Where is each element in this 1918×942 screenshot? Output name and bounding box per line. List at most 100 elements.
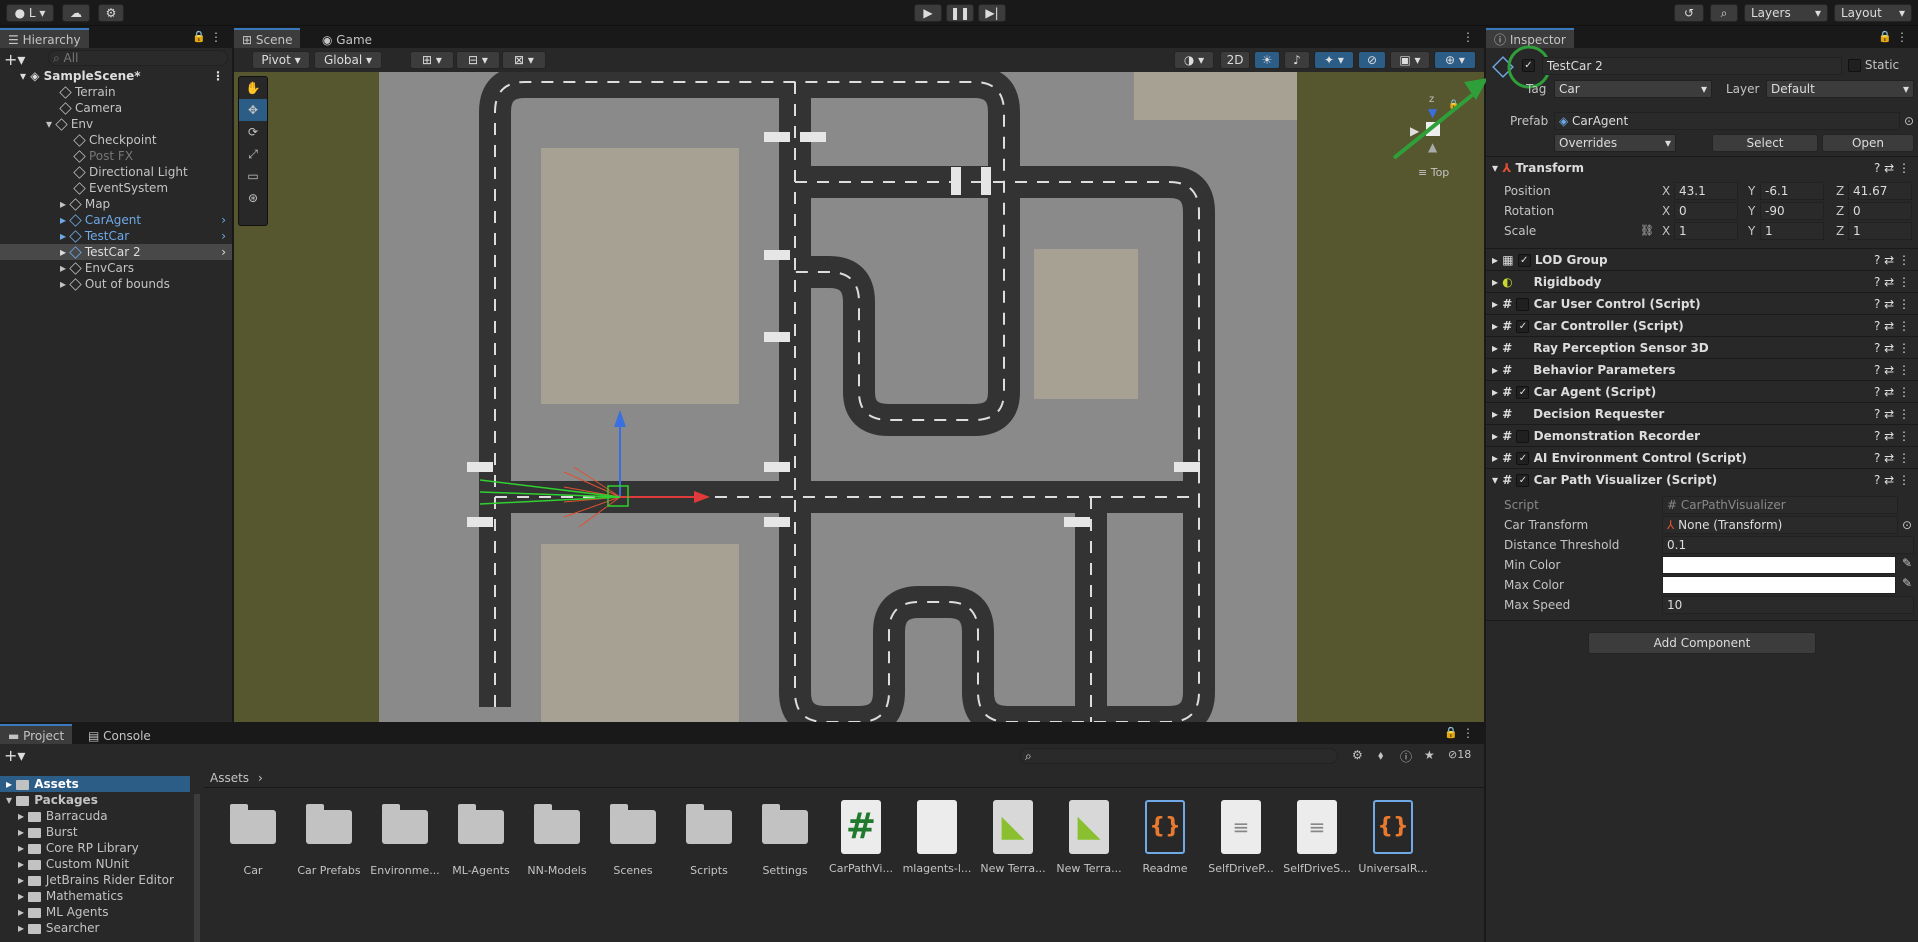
- tree-item-mathematics[interactable]: ▸ Mathematics: [0, 888, 190, 904]
- asset-folder-car-prefabs[interactable]: Car Prefabs: [294, 800, 364, 877]
- rotation-y-field[interactable]: -90: [1760, 202, 1824, 220]
- history-icon[interactable]: ↺: [1674, 4, 1704, 22]
- menu-icon[interactable]: ⋮: [210, 30, 222, 44]
- target-icon[interactable]: ⊙: [1904, 114, 1914, 128]
- distance-threshold-field[interactable]: 0.1: [1662, 536, 1914, 554]
- rect-tool-icon[interactable]: ▭: [239, 165, 267, 187]
- scale-tool-icon[interactable]: ⤢: [239, 143, 267, 165]
- tree-item-searcher[interactable]: ▸ Searcher: [0, 920, 190, 936]
- rotation-x-field[interactable]: 0: [1674, 202, 1738, 220]
- hierarchy-item-terrain[interactable]: Terrain: [0, 84, 232, 100]
- hidden-count[interactable]: ⊘18: [1448, 748, 1471, 761]
- hierarchy-item-eventsystem[interactable]: EventSystem: [0, 180, 232, 196]
- asset-folder-settings[interactable]: Settings: [750, 800, 820, 877]
- eyedropper-icon[interactable]: ✎: [1902, 576, 1912, 590]
- component-demonstration-recorder[interactable]: ▸ # Demonstration Recorder? ⇄ ⋮: [1486, 424, 1918, 446]
- search-icon[interactable]: ⌕: [1710, 4, 1738, 22]
- asset-terrain-1[interactable]: ◣ New Terra...: [978, 800, 1048, 875]
- snap-icon[interactable]: ⊟ ▾: [456, 51, 500, 69]
- cloud-icon[interactable]: ☁: [62, 4, 90, 22]
- tab-hierarchy[interactable]: ☰ Hierarchy: [0, 28, 89, 48]
- link-scale-icon[interactable]: ⛓: [1640, 224, 1654, 237]
- collab-icon[interactable]: ⚙: [98, 4, 124, 22]
- lock-icon[interactable]: 🔒: [1444, 726, 1458, 739]
- audio-icon[interactable]: ♪: [1284, 51, 1310, 69]
- car-transform-field[interactable]: ⅄ None (Transform): [1662, 516, 1898, 534]
- scale-y-field[interactable]: 1: [1760, 222, 1824, 240]
- asset-folder-scenes[interactable]: Scenes: [598, 800, 668, 877]
- layout-dropdown[interactable]: Layout ▾: [1834, 4, 1912, 22]
- hierarchy-item-camera[interactable]: Camera: [0, 100, 232, 116]
- component-car-user-control[interactable]: ▸ # Car User Control (Script)? ⇄ ⋮: [1486, 292, 1918, 314]
- menu-icon[interactable]: ⋮: [1462, 30, 1474, 44]
- asset-universalrp[interactable]: {} UniversalR...: [1358, 800, 1428, 875]
- tree-item-core-rp[interactable]: ▸ Core RP Library: [0, 840, 190, 856]
- tree-item-ml-agents[interactable]: ▸ ML Agents: [0, 904, 190, 920]
- hierarchy-item-checkpoint[interactable]: Checkpoint: [0, 132, 232, 148]
- favorite-icon[interactable]: ★: [1424, 748, 1435, 762]
- asset-script-carpathvisualizer[interactable]: # CarPathVi...: [826, 800, 896, 875]
- hierarchy-item-map[interactable]: ▸ Map: [0, 196, 232, 212]
- tag-dropdown[interactable]: Car ▾: [1554, 80, 1712, 98]
- lock-icon[interactable]: 🔒: [192, 30, 206, 43]
- rotation-z-field[interactable]: 0: [1848, 202, 1912, 220]
- increment-snap-icon[interactable]: ⊠ ▾: [502, 51, 546, 69]
- component-lod-group[interactable]: ▸ ▦ ✓ LOD Group? ⇄ ⋮: [1486, 248, 1918, 270]
- hierarchy-item-testcar2[interactable]: ▸ TestCar 2 ›: [0, 244, 232, 260]
- tab-console[interactable]: ▤ Console: [80, 724, 159, 744]
- max-speed-field[interactable]: 10: [1662, 596, 1914, 614]
- rotate-tool-icon[interactable]: ⟳: [239, 121, 267, 143]
- filter-type-icon[interactable]: ⚙: [1352, 748, 1363, 762]
- position-z-field[interactable]: 41.67: [1848, 182, 1912, 200]
- hierarchy-item-directional-light[interactable]: Directional Light: [0, 164, 232, 180]
- step-button[interactable]: ▶|: [978, 4, 1006, 22]
- tab-scene[interactable]: ⊞ Scene: [234, 28, 301, 48]
- hierarchy-item-envcars[interactable]: ▸ EnvCars: [0, 260, 232, 276]
- menu-icon[interactable]: ⋮: [1896, 30, 1908, 44]
- open-button[interactable]: Open: [1822, 134, 1914, 152]
- tree-item-packages[interactable]: ▾ Packages: [0, 792, 190, 808]
- component-car-controller[interactable]: ▸ # ✓ Car Controller (Script)? ⇄ ⋮: [1486, 314, 1918, 336]
- component-transform[interactable]: ▾ ⅄ Transform? ⇄ ⋮: [1486, 156, 1918, 178]
- max-color-field[interactable]: [1662, 576, 1896, 594]
- hierarchy-item-out-of-bounds[interactable]: ▸ Out of bounds: [0, 276, 232, 292]
- target-icon[interactable]: ⊙: [1902, 518, 1912, 532]
- hierarchy-item-caragent[interactable]: ▸ CarAgent ›: [0, 212, 232, 228]
- hand-tool-icon[interactable]: ✋: [239, 77, 267, 99]
- position-x-field[interactable]: 43.1: [1674, 182, 1738, 200]
- layers-dropdown[interactable]: Layers ▾: [1744, 4, 1828, 22]
- static-toggle[interactable]: Static: [1848, 58, 1899, 72]
- select-button[interactable]: Select: [1712, 134, 1818, 152]
- project-search-input[interactable]: ⌕: [1020, 748, 1338, 764]
- toggle-2d-button[interactable]: 2D: [1220, 51, 1250, 69]
- lighting-icon[interactable]: ☀: [1254, 51, 1280, 69]
- hierarchy-search-input[interactable]: ⌕ All: [48, 50, 228, 66]
- asset-file-mlagents[interactable]: mlagents-l...: [902, 800, 972, 875]
- lock-icon[interactable]: 🔒: [1878, 30, 1892, 43]
- asset-folder-nn-models[interactable]: NN-Models: [522, 800, 592, 877]
- pause-button[interactable]: ❚❚: [946, 4, 974, 22]
- hierarchy-item-testcar[interactable]: ▸ TestCar ›: [0, 228, 232, 244]
- component-rigidbody[interactable]: ▸ ◐ Rigidbody? ⇄ ⋮: [1486, 270, 1918, 292]
- tree-item-jetbrains[interactable]: ▸ JetBrains Rider Editor: [0, 872, 190, 888]
- asset-folder-environment[interactable]: Environme...: [370, 800, 440, 877]
- tree-item-barracuda[interactable]: ▸ Barracuda: [0, 808, 190, 824]
- layer-dropdown[interactable]: Default ▾: [1766, 80, 1914, 98]
- tree-item-burst[interactable]: ▸ Burst: [0, 824, 190, 840]
- scale-z-field[interactable]: 1: [1848, 222, 1912, 240]
- scene-row[interactable]: ▾ ◈ SampleScene* ⋮: [0, 68, 232, 84]
- asset-selfdrive-s[interactable]: ≡ SelfDriveS...: [1282, 800, 1352, 875]
- tree-item-custom-nunit[interactable]: ▸ Custom NUnit: [0, 856, 190, 872]
- menu-icon[interactable]: ⋮: [212, 68, 224, 84]
- asset-folder-scripts[interactable]: Scripts: [674, 800, 744, 877]
- asset-folder-ml-agents[interactable]: ML-Agents: [446, 800, 516, 877]
- info-icon[interactable]: ⓘ: [1400, 748, 1412, 765]
- prefab-field[interactable]: ◈ CarAgent: [1554, 112, 1900, 130]
- scale-x-field[interactable]: 1: [1674, 222, 1738, 240]
- asset-terrain-2[interactable]: ◣ New Terra...: [1054, 800, 1124, 875]
- tree-scrollbar[interactable]: [194, 794, 200, 942]
- tab-game[interactable]: ◉ Game: [314, 28, 381, 48]
- grid-snap-icon[interactable]: ⊞ ▾: [410, 51, 454, 69]
- asset-readme[interactable]: {} Readme: [1130, 800, 1200, 875]
- tree-item-assets[interactable]: ▸ Assets: [0, 776, 190, 792]
